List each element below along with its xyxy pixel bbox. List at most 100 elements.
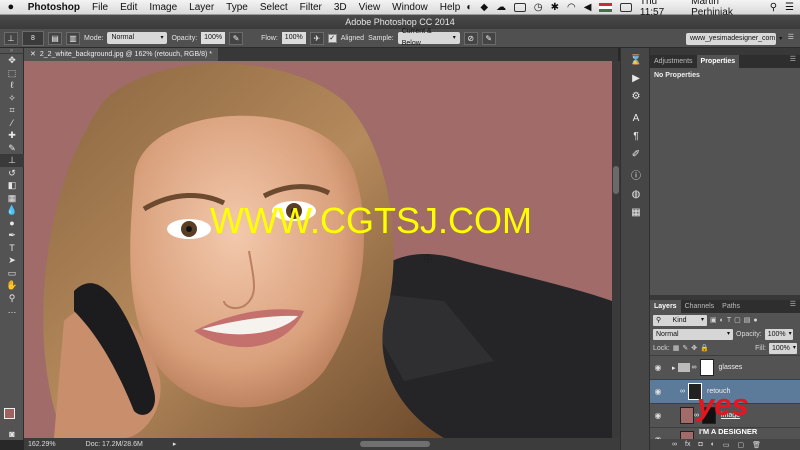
menu-select[interactable]: Select xyxy=(254,2,294,13)
layer-thumbnail[interactable] xyxy=(680,407,694,424)
document-tab[interactable]: ✕ 2_2_white_background.jpg @ 162% (retou… xyxy=(24,48,218,61)
tab-adjustments[interactable]: Adjustments xyxy=(650,55,697,68)
brush-panel-toggle-icon[interactable]: ▤ xyxy=(48,31,62,45)
layer-mask-thumbnail[interactable] xyxy=(699,359,714,376)
input-source-flag-icon[interactable] xyxy=(599,2,613,12)
tab-paths[interactable]: Paths xyxy=(718,300,744,313)
pen-tool-icon[interactable]: ✒ xyxy=(0,229,24,242)
lock-transparent-icon[interactable]: ▦ xyxy=(673,344,680,352)
fill-input[interactable]: 100% xyxy=(769,342,797,354)
eraser-tool-icon[interactable]: ◧ xyxy=(0,179,24,192)
sample-select[interactable]: Current & Below xyxy=(397,28,460,47)
time-machine-icon[interactable]: ◷ xyxy=(534,2,543,13)
path-selection-tool-icon[interactable]: ➤ xyxy=(0,254,24,267)
tool-presets-icon[interactable]: ⚙ xyxy=(621,88,651,106)
tab-properties[interactable]: Properties xyxy=(696,55,740,68)
menu-filter[interactable]: Filter xyxy=(294,2,328,13)
info-panel-icon[interactable]: ⓘ xyxy=(621,168,651,186)
new-layer-icon[interactable]: ▢ xyxy=(738,441,745,449)
panel-menu-icon[interactable]: ☰ xyxy=(790,55,800,68)
apple-logo-icon[interactable]: ● xyxy=(0,1,22,13)
zoom-tool-icon[interactable]: ⚲ xyxy=(0,292,24,305)
status-menu-arrow-icon[interactable]: ▸ xyxy=(173,440,177,448)
eyedropper-tool-icon[interactable]: ⁄ xyxy=(0,117,24,130)
menu-window[interactable]: Window xyxy=(386,2,434,13)
cloud-icon[interactable]: ☁ xyxy=(496,2,506,13)
lock-image-icon[interactable]: ✎ xyxy=(682,344,688,352)
screen-icon[interactable] xyxy=(514,2,526,12)
menu-edit[interactable]: Edit xyxy=(114,2,143,13)
workspace-menu-icon[interactable]: ☰ xyxy=(788,33,794,41)
menu-app-photoshop[interactable]: Photoshop xyxy=(22,2,86,13)
menu-file[interactable]: File xyxy=(86,2,114,13)
clone-stamp-tool-icon[interactable]: ⊥ xyxy=(0,154,24,167)
airbrush-icon[interactable]: ✈ xyxy=(309,31,324,45)
adjustment-layer-icon[interactable]: ◐ xyxy=(711,441,715,448)
visibility-eye-icon[interactable]: ◉ xyxy=(650,363,666,372)
menu-view[interactable]: View xyxy=(353,2,387,13)
layer-name[interactable]: glasses xyxy=(719,364,743,371)
quick-selection-tool-icon[interactable]: ✧ xyxy=(0,92,24,105)
document-size[interactable]: Doc: 17.2M/28.6M xyxy=(86,441,143,448)
glyphs-panel-icon[interactable]: ✐ xyxy=(621,146,651,164)
layer-filter-kind-select[interactable]: ⚲ Kind xyxy=(653,314,707,326)
layers-panel-menu-icon[interactable]: ☰ xyxy=(790,300,800,313)
menu-help[interactable]: Help xyxy=(434,2,467,13)
brush-size-picker[interactable]: 8 xyxy=(22,30,44,46)
lasso-tool-icon[interactable]: ℓ xyxy=(0,79,24,92)
more-tools-icon[interactable]: … xyxy=(0,304,24,317)
color-swatches[interactable] xyxy=(4,408,22,428)
layer-style-icon[interactable]: fx xyxy=(685,441,690,448)
filter-adjustment-icon[interactable]: ◐ xyxy=(720,317,724,324)
notification-list-icon[interactable]: ☰ xyxy=(785,2,794,13)
document-canvas[interactable] xyxy=(24,61,612,438)
vertical-scroll-thumb[interactable] xyxy=(613,166,619,194)
size-pressure-icon[interactable]: ✎ xyxy=(481,31,496,45)
horizontal-scroll-thumb[interactable] xyxy=(360,441,430,447)
filter-type-icon[interactable]: T xyxy=(727,317,731,324)
delete-layer-icon[interactable]: 🗑 xyxy=(752,441,761,449)
layer-row-glasses[interactable]: ◉ ▸ ∞ glasses xyxy=(650,355,800,379)
color-panel-icon[interactable]: ◍ xyxy=(621,186,651,204)
move-tool-icon[interactable]: ✥ xyxy=(0,54,24,67)
zoom-level[interactable]: 162.29% xyxy=(28,441,56,448)
close-tab-icon[interactable]: ✕ xyxy=(30,48,36,61)
visibility-eye-icon[interactable]: ◉ xyxy=(650,387,666,396)
clone-source-panel-icon[interactable]: ▥ xyxy=(66,31,80,45)
filter-shape-icon[interactable]: ▢ xyxy=(734,316,741,324)
menu-type[interactable]: Type xyxy=(220,2,254,13)
foreground-color-swatch[interactable] xyxy=(4,408,15,419)
tab-layers[interactable]: Layers xyxy=(650,300,681,313)
lock-position-icon[interactable]: ✥ xyxy=(691,344,697,352)
layer-opacity-input[interactable]: 100% xyxy=(764,328,793,340)
type-tool-icon[interactable]: T xyxy=(0,242,24,255)
battery-icon[interactable] xyxy=(620,2,632,12)
marquee-tool-icon[interactable]: ⬚ xyxy=(0,67,24,80)
history-panel-icon[interactable]: ⌛ xyxy=(621,52,651,70)
vertical-scrollbar[interactable] xyxy=(612,61,620,438)
flow-input[interactable]: 100% xyxy=(281,32,306,44)
filter-toggle-icon[interactable]: ● xyxy=(753,317,757,324)
link-layers-icon[interactable]: ∞ xyxy=(672,441,677,448)
gradient-tool-icon[interactable]: ▦ xyxy=(0,192,24,205)
disclosure-triangle-icon[interactable]: ▸ xyxy=(672,364,676,372)
workspace-select[interactable]: www_yesimadesigner_com xyxy=(686,33,776,45)
lock-all-icon[interactable]: 🔒 xyxy=(700,344,709,352)
spotlight-search-icon[interactable]: ⚲ xyxy=(770,2,777,13)
tab-channels[interactable]: Channels xyxy=(681,300,719,313)
crop-tool-icon[interactable]: ⌗ xyxy=(0,104,24,117)
swatches-panel-icon[interactable]: ▦ xyxy=(621,204,651,222)
volume-icon[interactable]: ◀ xyxy=(584,2,592,13)
add-mask-icon[interactable]: ◘ xyxy=(698,441,702,448)
clone-stamp-tool-preset-icon[interactable]: ⊥ xyxy=(4,31,18,45)
paragraph-panel-icon[interactable]: ¶ xyxy=(621,128,651,146)
character-panel-icon[interactable]: A xyxy=(621,110,651,128)
history-brush-tool-icon[interactable]: ↺ xyxy=(0,167,24,180)
bluetooth-icon[interactable]: ✱ xyxy=(551,2,559,13)
blend-mode-select[interactable]: Normal xyxy=(653,328,733,340)
opacity-input[interactable]: 100% xyxy=(201,32,226,44)
new-group-icon[interactable]: ▭ xyxy=(723,441,730,449)
visibility-eye-icon[interactable]: ◉ xyxy=(650,411,666,420)
ignore-adjustment-layers-icon[interactable]: ⊘ xyxy=(463,31,478,45)
aligned-checkbox[interactable]: ✓ xyxy=(327,33,337,43)
